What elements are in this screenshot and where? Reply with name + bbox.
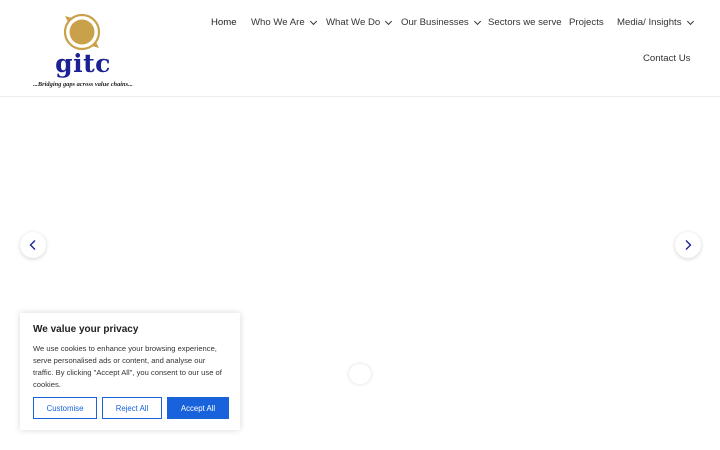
nav-contact-us[interactable]: Contact Us [643,53,690,64]
nav-what-we-do-label: What We Do [326,17,381,28]
nav-media-insights-label: Media/ Insights [617,17,682,28]
slider-next-button[interactable] [675,232,701,258]
site-header: gitc ...Bridging gaps across value chain… [0,0,720,97]
cookie-actions: Customise Reject All Accept All [33,397,229,419]
chevron-down-icon [385,17,393,25]
nav-home[interactable]: Home [211,17,237,28]
main-nav: Home Who We Are What We Do Our Businesse… [0,0,720,97]
nav-media-insights[interactable]: Media/ Insights [617,17,694,28]
accept-all-button[interactable]: Accept All [167,397,229,419]
chevron-down-icon [309,17,317,25]
nav-home-label: Home [211,17,237,28]
nav-projects[interactable]: Projects [569,17,604,28]
nav-who-we-are[interactable]: Who We Are [251,17,317,28]
nav-sectors-label: Sectors we serve [488,17,562,28]
slider-loading-spinner [349,364,371,384]
nav-our-businesses[interactable]: Our Businesses [401,17,481,28]
chevron-left-icon [29,240,36,250]
nav-who-we-are-label: Who We Are [251,17,305,28]
nav-sectors[interactable]: Sectors we serve [488,17,562,28]
cookie-consent-banner: We value your privacy We use cookies to … [20,313,240,430]
reject-all-button[interactable]: Reject All [102,397,162,419]
cookie-title: We value your privacy [33,324,139,335]
chevron-down-icon [473,17,481,25]
chevron-down-icon [686,17,694,25]
chevron-right-icon [685,240,692,250]
customise-button[interactable]: Customise [33,397,97,419]
nav-contact-us-label: Contact Us [643,53,691,64]
nav-our-businesses-label: Our Businesses [401,17,469,28]
nav-what-we-do[interactable]: What We Do [326,17,393,28]
cookie-description: We use cookies to enhance your browsing … [33,344,222,389]
slider-prev-button[interactable] [20,232,46,258]
nav-projects-label: Projects [569,17,604,28]
